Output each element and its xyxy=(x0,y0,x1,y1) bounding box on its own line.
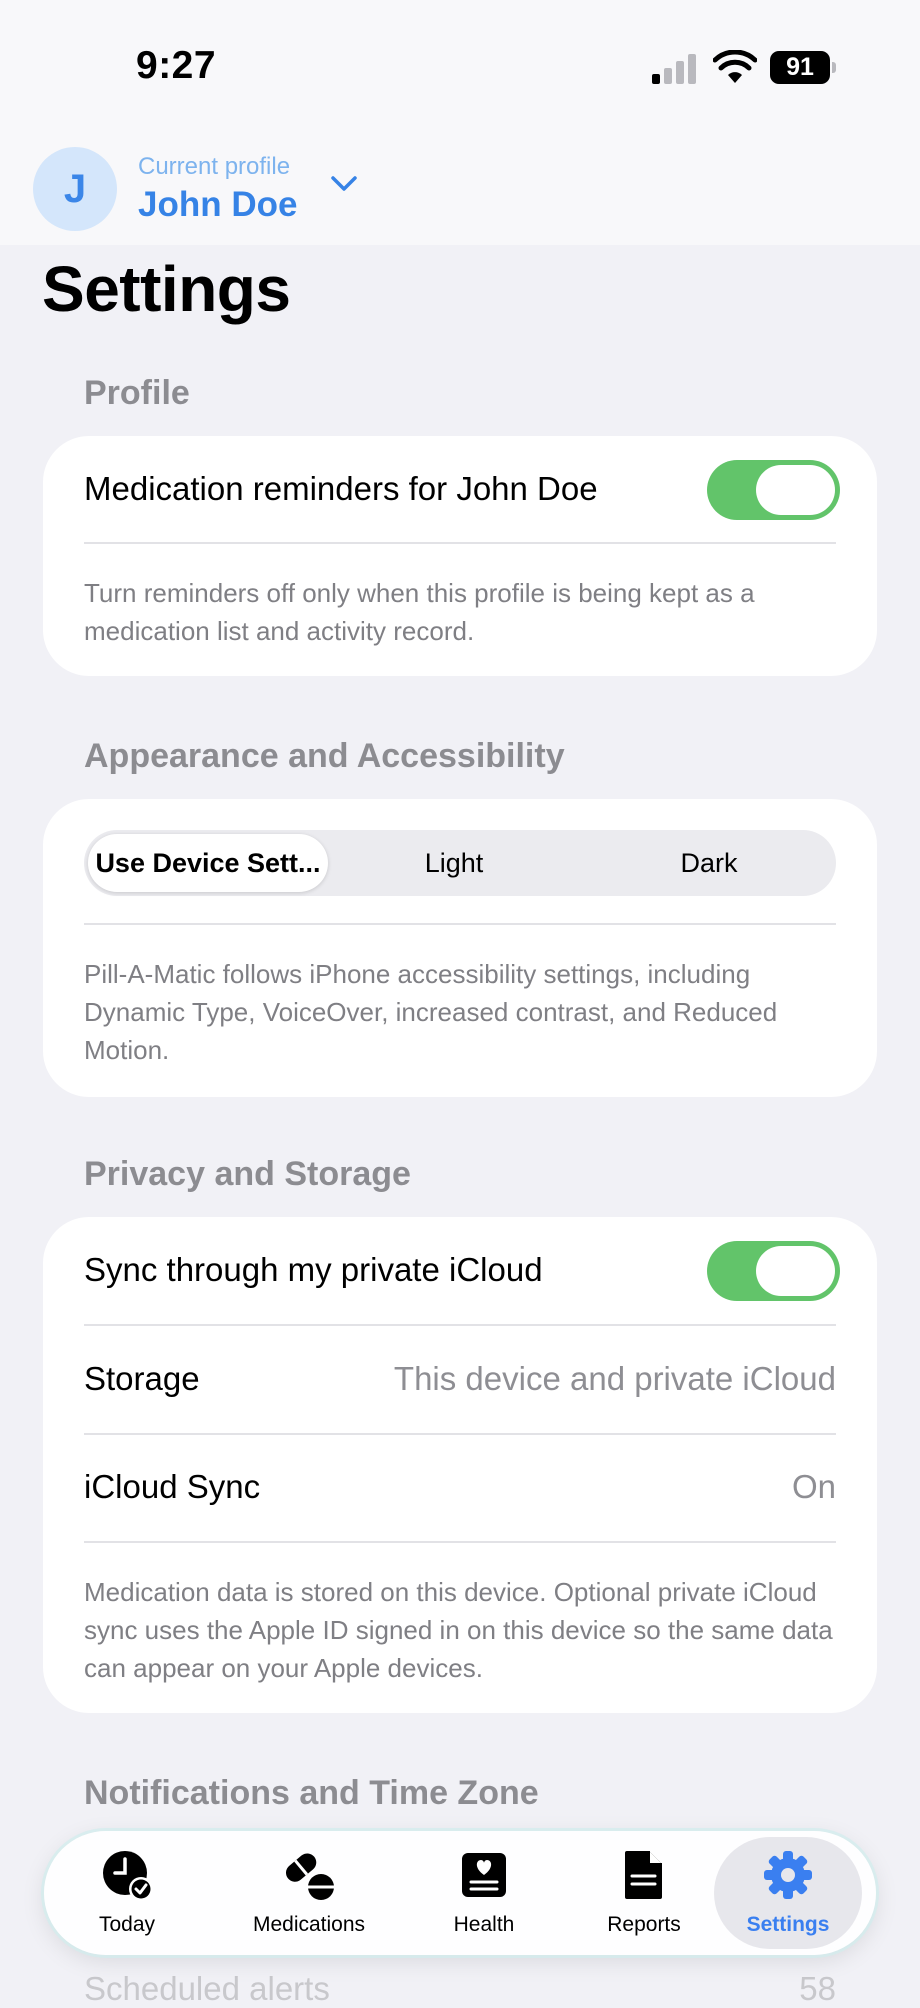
appearance-segmented-control: Use Device Sett... Light Dark xyxy=(84,830,836,896)
appearance-option-device[interactable]: Use Device Sett... xyxy=(88,834,328,892)
status-bar: 9:27 91 xyxy=(0,0,920,135)
tab-label: Medications xyxy=(252,1913,366,1936)
chevron-down-icon[interactable] xyxy=(330,175,358,193)
tab-medications[interactable]: Medications xyxy=(224,1831,394,1955)
page-title: Settings xyxy=(42,253,291,325)
icloud-sync-value: On xyxy=(791,1468,836,1505)
icloud-sync-toggle[interactable] xyxy=(707,1241,840,1301)
profile-card: Medication reminders for John Doe Turn r… xyxy=(43,436,877,676)
divider xyxy=(84,923,836,925)
pills-icon xyxy=(285,1853,334,1900)
section-header-appearance: Appearance and Accessibility xyxy=(84,737,565,775)
appearance-footnote: Pill-A-Matic follows iPhone accessibilit… xyxy=(84,959,778,1065)
tab-today[interactable]: Today xyxy=(62,1831,192,1955)
tab-bar: Today Medications Health Reports Setting… xyxy=(44,1831,876,1955)
battery-indicator: 91 xyxy=(770,51,838,84)
status-time: 9:27 xyxy=(136,44,217,87)
divider xyxy=(84,542,836,544)
privacy-footnote: Medication data is stored on this device… xyxy=(84,1577,833,1683)
tab-health[interactable]: Health xyxy=(414,1831,554,1955)
section-header-profile: Profile xyxy=(84,374,190,412)
toggle-knob xyxy=(756,1246,835,1296)
battery-tip xyxy=(832,62,836,73)
profile-switcher[interactable]: J Current profile John Doe xyxy=(0,135,920,245)
reminders-label: Medication reminders for John Doe xyxy=(84,470,598,507)
clock-check-icon xyxy=(103,1851,153,1901)
tab-settings[interactable]: Settings xyxy=(714,1837,862,1949)
cellular-signal-icon xyxy=(652,54,696,84)
tab-reports[interactable]: Reports xyxy=(574,1831,714,1955)
profile-caption: Current profile xyxy=(138,153,291,180)
icloud-sync-label: iCloud Sync xyxy=(84,1468,261,1505)
health-record-icon xyxy=(462,1853,506,1897)
tab-label: Today xyxy=(98,1913,156,1936)
divider xyxy=(84,1433,836,1435)
scheduled-alerts-label: Scheduled alerts xyxy=(84,1970,330,2007)
section-header-notifications: Notifications and Time Zone xyxy=(84,1774,539,1812)
wifi-icon xyxy=(713,50,757,83)
icloud-sync-toggle-label: Sync through my private iCloud xyxy=(84,1251,543,1288)
gear-icon xyxy=(764,1851,812,1899)
tab-label: Reports xyxy=(607,1913,681,1936)
appearance-card: Use Device Sett... Light Dark Pill-A-Mat… xyxy=(43,799,877,1097)
tab-label: Health xyxy=(453,1913,515,1936)
avatar[interactable]: J xyxy=(33,147,117,231)
profile-footnote: Turn reminders off only when this profil… xyxy=(84,578,755,646)
document-icon xyxy=(625,1851,662,1899)
appearance-option-light[interactable]: Light xyxy=(334,830,574,896)
toggle-knob xyxy=(756,465,835,515)
storage-label: Storage xyxy=(84,1360,200,1397)
reminders-toggle[interactable] xyxy=(707,460,840,520)
tab-label: Settings xyxy=(746,1913,830,1936)
battery-level: 91 xyxy=(770,51,830,84)
profile-name[interactable]: John Doe xyxy=(138,185,297,225)
divider xyxy=(84,1324,836,1326)
storage-value: This device and private iCloud xyxy=(393,1360,836,1397)
divider xyxy=(84,1541,836,1543)
scheduled-alerts-value: 58 xyxy=(799,1970,836,2007)
privacy-card: Sync through my private iCloud Storage T… xyxy=(43,1217,877,1713)
section-header-privacy: Privacy and Storage xyxy=(84,1155,411,1193)
appearance-option-dark[interactable]: Dark xyxy=(584,830,834,896)
